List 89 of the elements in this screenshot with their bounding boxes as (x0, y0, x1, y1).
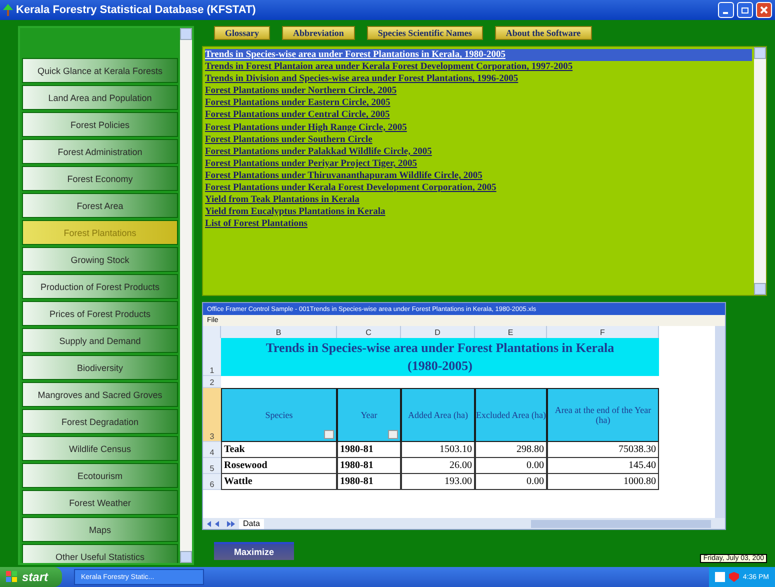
tree-icon (3, 4, 13, 16)
table-link[interactable]: Trends in Forest Plantaion area under Kerala Forest Development Corporation, 1997-2005 (205, 61, 752, 74)
sheet-tab[interactable]: Data (239, 518, 264, 528)
sheet-title: Trends in Species-wise area under Forest Plantations in Kerala (1980-2005) (221, 338, 659, 376)
table-cell: 1980-81 (337, 474, 401, 490)
table-cell: 145.40 (547, 458, 659, 474)
sidebar-button[interactable]: Maps (22, 517, 178, 542)
header-cell: Year (337, 388, 401, 442)
table-cell: 1000.80 (547, 474, 659, 490)
row-number: 2 (203, 376, 221, 388)
nav-button[interactable]: About the Software (494, 26, 592, 40)
sidebar-button[interactable]: Growing Stock (22, 247, 178, 272)
table-link[interactable]: Trends in Species-wise area under Forest Plantations in Kerala, 1980-2005 (205, 49, 752, 62)
table-cell: 0.00 (475, 458, 547, 474)
column-header: C (337, 326, 401, 338)
column-header: B (221, 326, 337, 338)
nav-button[interactable]: Species Scientific Names (366, 26, 483, 40)
table-cell: 298.80 (475, 442, 547, 458)
select-all-corner[interactable] (203, 326, 221, 338)
filter-dropdown[interactable] (324, 430, 334, 439)
table-link[interactable]: Forest Plantations under High Range Circle, 2005 (205, 122, 752, 134)
header-cell: Area at the end of the Year (ha) (547, 388, 659, 442)
nav-button[interactable]: Abbreviation (282, 26, 355, 40)
sidebar-button[interactable]: Forest Economy (22, 166, 178, 191)
sidebar-button[interactable]: Forest Weather (22, 490, 178, 515)
tray-icon[interactable] (714, 572, 725, 582)
table-link[interactable]: Yield from Teak Plantations in Kerala (205, 194, 752, 206)
row-number: 4 (203, 442, 221, 458)
minimize-button[interactable] (718, 2, 734, 18)
table-link[interactable]: Forest Plantations under Palakkad Wildlife Circle, 2005 (205, 146, 752, 158)
table-cell: Rosewood (221, 458, 337, 474)
row-number: 5 (203, 458, 221, 474)
header-cell: Species (221, 388, 337, 442)
window-title: Kerala Forestry Statistical Database (KFSTAT) (16, 4, 257, 16)
header-cell: Excluded Area (ha) (475, 388, 547, 442)
row-number: 1 (203, 338, 221, 376)
table-link[interactable]: Forest Plantations under Periyar Project Tiger, 2005 (205, 158, 752, 170)
column-header: E (475, 326, 547, 338)
scrollbar[interactable] (180, 28, 192, 563)
table-link[interactable]: Yield from Eucalyptus Plantations in Kerala (205, 206, 752, 218)
sidebar-button[interactable]: Other Useful Statistics (22, 544, 178, 563)
column-header: D (401, 326, 475, 338)
close-button[interactable] (756, 2, 772, 18)
row-number: 3 (203, 388, 221, 442)
scrollbar[interactable] (531, 520, 711, 528)
table-cell: 26.00 (401, 458, 475, 474)
sidebar-button[interactable]: Forest Area (22, 193, 178, 218)
filter-dropdown[interactable] (388, 430, 398, 439)
table-cell: 0.00 (475, 474, 547, 490)
column-header: F (547, 326, 659, 338)
row-number: 6 (203, 474, 221, 490)
table-link[interactable]: Forest Plantations under Southern Circle (205, 134, 752, 146)
sidebar-button[interactable]: Prices of Forest Products (22, 301, 178, 326)
scrollbar[interactable] (754, 47, 766, 295)
sidebar-button[interactable]: Ecotourism (22, 463, 178, 488)
table-cell: 1503.10 (401, 442, 475, 458)
table-cell: 75038.30 (547, 442, 659, 458)
restore-icon (741, 6, 749, 14)
sidebar-button[interactable]: Supply and Demand (22, 328, 178, 353)
table-cell: Teak (221, 442, 337, 458)
sidebar-button[interactable]: Production of Forest Products (22, 274, 178, 299)
sidebar-button[interactable]: Mangroves and Sacred Groves (22, 382, 178, 407)
table-link[interactable]: Forest Plantations under Eastern Circle, 2005 (205, 97, 752, 110)
table-link[interactable]: Trends in Division and Species-wise area under Forest Plantations, 1996-2005 (205, 73, 752, 86)
table-link[interactable]: Forest Plantations under Kerala Forest Development Corporation, 2005 (205, 182, 752, 194)
table-link[interactable]: Forest Plantations under Northern Circle, 2005 (205, 85, 752, 98)
windows-logo-icon (6, 571, 18, 583)
table-cell: 1980-81 (337, 458, 401, 474)
nav-button[interactable]: Glossary (214, 26, 270, 40)
table-cell: 193.00 (401, 474, 475, 490)
table-cell: 1980-81 (337, 442, 401, 458)
restore-button[interactable] (737, 2, 753, 18)
header-cell: Added Area (ha) (401, 388, 475, 442)
sidebar-button[interactable]: Forest Policies (22, 112, 178, 137)
maximize-button[interactable]: Maximize (214, 542, 294, 560)
close-icon (760, 6, 768, 14)
table-link[interactable]: Forest Plantations under Central Circle, 2005 (205, 109, 752, 122)
sidebar-button[interactable]: Quick Glance at Kerala Forests (22, 58, 178, 83)
table-link[interactable]: List of Forest Plantations (205, 218, 752, 230)
sidebar-button[interactable]: Forest Degradation (22, 409, 178, 434)
sheet-navigation-icon[interactable] (207, 520, 235, 526)
table-cell: Wattle (221, 474, 337, 490)
sidebar-button[interactable]: Wildlife Census (22, 436, 178, 461)
shield-icon[interactable] (728, 572, 739, 582)
sidebar-button[interactable]: Land Area and Population (22, 85, 178, 110)
sidebar-button[interactable]: Forest Administration (22, 139, 178, 164)
table-link[interactable]: Forest Plantations under Thiruvananthapuram Wildlife Circle, 2005 (205, 170, 752, 182)
scrollbar[interactable] (715, 326, 725, 518)
sidebar-button[interactable]: Biodiversity (22, 355, 178, 380)
